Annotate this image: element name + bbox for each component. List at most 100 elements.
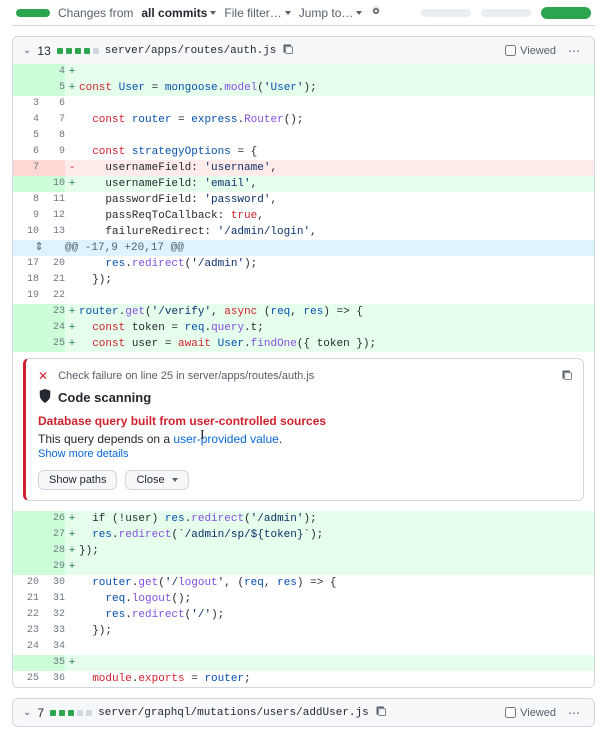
code-cell[interactable]: if (!user) res.redirect('/admin'); — [79, 511, 594, 527]
code-cell[interactable]: }); — [79, 623, 594, 639]
code-cell[interactable]: const user = await User.findOne({ token … — [79, 336, 594, 352]
new-line-number[interactable]: 4 — [39, 64, 65, 80]
new-line-number[interactable]: 34 — [39, 639, 65, 655]
new-line-number[interactable]: 36 — [39, 671, 65, 687]
new-line-number[interactable]: 10 — [39, 176, 65, 192]
copy-icon[interactable] — [561, 369, 573, 384]
new-line-number[interactable]: 24 — [39, 320, 65, 336]
viewed-checkbox[interactable] — [505, 707, 516, 718]
old-line-number[interactable]: 24 — [13, 639, 39, 655]
new-line-number[interactable]: 22 — [39, 288, 65, 304]
new-line-number[interactable]: 29 — [39, 559, 65, 575]
code-cell[interactable] — [79, 64, 594, 80]
close-icon[interactable]: ✕ — [38, 369, 48, 383]
old-line-number[interactable]: 20 — [13, 575, 39, 591]
code-cell[interactable]: }); — [79, 272, 594, 288]
new-line-number[interactable]: 5 — [39, 80, 65, 96]
code-cell[interactable] — [79, 288, 594, 304]
commits-scope-dropdown[interactable]: all commits — [141, 6, 216, 20]
close-alert-button[interactable]: Close — [125, 470, 188, 490]
code-cell[interactable]: module.exports = router; — [79, 671, 594, 687]
review-changes-button[interactable] — [541, 7, 591, 19]
file-menu-icon[interactable]: ⋯ — [564, 706, 584, 720]
code-cell[interactable]: passwordField: 'password', — [79, 192, 594, 208]
new-line-number[interactable]: 26 — [39, 511, 65, 527]
copy-path-icon[interactable] — [282, 43, 294, 58]
old-line-number[interactable]: 22 — [13, 607, 39, 623]
code-cell[interactable]: const router = express.Router(); — [79, 112, 594, 128]
new-line-number[interactable]: 25 — [39, 336, 65, 352]
code-cell[interactable] — [79, 96, 594, 112]
old-line-number[interactable]: 10 — [13, 224, 39, 240]
old-line-number[interactable] — [13, 336, 39, 352]
old-line-number[interactable] — [13, 527, 39, 543]
viewed-toggle[interactable]: Viewed — [505, 707, 556, 719]
old-line-number[interactable]: 17 — [13, 256, 39, 272]
show-more-details-link[interactable]: Show more details — [38, 448, 571, 460]
file-path[interactable]: server/apps/routes/auth.js — [105, 45, 277, 57]
old-line-number[interactable]: 9 — [13, 208, 39, 224]
settings-icon[interactable] — [370, 5, 382, 20]
old-line-number[interactable]: 18 — [13, 272, 39, 288]
viewed-checkbox[interactable] — [505, 45, 516, 56]
new-line-number[interactable]: 12 — [39, 208, 65, 224]
new-line-number[interactable]: 6 — [39, 96, 65, 112]
collapse-toggle-icon[interactable]: ⌄ — [23, 45, 31, 56]
old-line-number[interactable] — [13, 559, 39, 575]
old-line-number[interactable]: 8 — [13, 192, 39, 208]
old-line-number[interactable] — [13, 176, 39, 192]
code-cell[interactable]: usernameField: 'email', — [79, 176, 594, 192]
code-cell[interactable]: passReqToCallback: true, — [79, 208, 594, 224]
new-line-number[interactable]: 23 — [39, 304, 65, 320]
code-cell[interactable]: failureRedirect: '/admin/login', — [79, 224, 594, 240]
code-cell[interactable]: res.redirect('/admin'); — [79, 256, 594, 272]
code-cell[interactable]: const User = mongoose.model('User'); — [79, 80, 594, 96]
code-cell[interactable]: const token = req.query.t; — [79, 320, 594, 336]
code-cell[interactable]: }); — [79, 543, 594, 559]
expand-hunk-icon[interactable]: ⇕ — [13, 240, 65, 256]
new-line-number[interactable]: 33 — [39, 623, 65, 639]
old-line-number[interactable]: 3 — [13, 96, 39, 112]
old-line-number[interactable]: 5 — [13, 128, 39, 144]
code-cell[interactable]: const strategyOptions = { — [79, 144, 594, 160]
code-cell[interactable] — [79, 639, 594, 655]
code-cell[interactable]: res.redirect(`/admin/sp/${token}`); — [79, 527, 594, 543]
new-line-number[interactable]: 8 — [39, 128, 65, 144]
new-line-number[interactable]: 13 — [39, 224, 65, 240]
code-cell[interactable]: router.get('/verify', async (req, res) =… — [79, 304, 594, 320]
old-line-number[interactable]: 4 — [13, 112, 39, 128]
old-line-number[interactable]: 7 — [13, 160, 39, 176]
old-line-number[interactable] — [13, 64, 39, 80]
new-line-number[interactable]: 9 — [39, 144, 65, 160]
new-line-number[interactable]: 28 — [39, 543, 65, 559]
old-line-number[interactable]: 21 — [13, 591, 39, 607]
new-line-number[interactable]: 7 — [39, 112, 65, 128]
code-cell[interactable]: router.get('/logout', (req, res) => { — [79, 575, 594, 591]
old-line-number[interactable] — [13, 320, 39, 336]
old-line-number[interactable]: 25 — [13, 671, 39, 687]
copy-path-icon[interactable] — [375, 705, 387, 720]
alert-source-link[interactable]: user-provided value — [173, 432, 278, 446]
code-cell[interactable]: req.logout(); — [79, 591, 594, 607]
collapse-toggle-icon[interactable]: ⌄ — [23, 707, 31, 718]
viewed-toggle[interactable]: Viewed — [505, 45, 556, 57]
code-cell[interactable]: usernameField: 'username', — [79, 160, 594, 176]
show-paths-button[interactable]: Show paths — [38, 470, 117, 490]
file-path[interactable]: server/graphql/mutations/users/addUser.j… — [98, 707, 369, 719]
new-line-number[interactable]: 21 — [39, 272, 65, 288]
old-line-number[interactable]: 6 — [13, 144, 39, 160]
new-line-number[interactable] — [39, 160, 65, 176]
file-filter-dropdown[interactable]: File filter… — [224, 6, 290, 20]
old-line-number[interactable] — [13, 543, 39, 559]
old-line-number[interactable] — [13, 304, 39, 320]
old-line-number[interactable] — [13, 511, 39, 527]
old-line-number[interactable]: 19 — [13, 288, 39, 304]
code-cell[interactable]: res.redirect('/'); — [79, 607, 594, 623]
new-line-number[interactable]: 31 — [39, 591, 65, 607]
jump-to-dropdown[interactable]: Jump to… — [299, 6, 363, 20]
old-line-number[interactable] — [13, 655, 39, 671]
new-line-number[interactable]: 20 — [39, 256, 65, 272]
old-line-number[interactable]: 23 — [13, 623, 39, 639]
new-line-number[interactable]: 32 — [39, 607, 65, 623]
new-line-number[interactable]: 11 — [39, 192, 65, 208]
